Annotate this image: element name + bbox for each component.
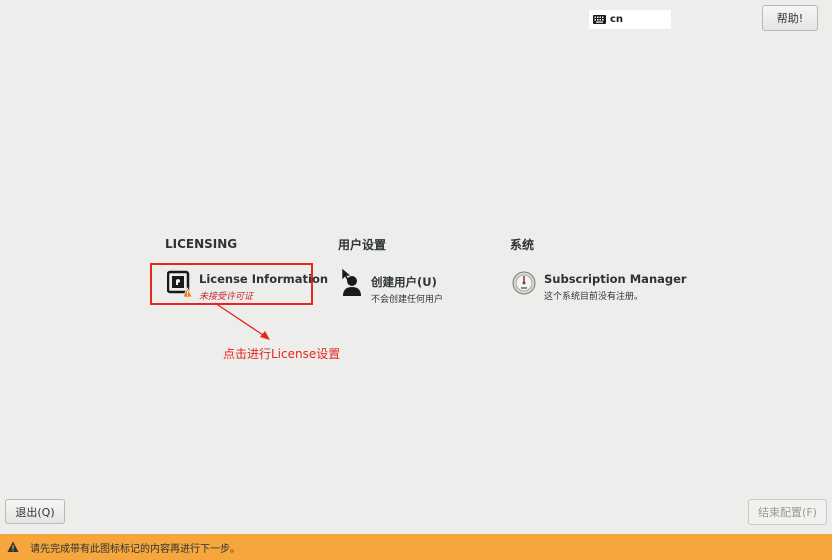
license-warning-icon [167, 270, 193, 298]
warning-text: 请先完成带有此图标标记的内容再进行下一步。 [30, 543, 240, 555]
warning-icon [7, 541, 19, 552]
section-title-user-settings: 用户设置 [338, 238, 387, 252]
keyboard-layout-indicator[interactable]: cn [589, 10, 671, 29]
subscription-manager-title[interactable]: Subscription Manager [544, 272, 687, 286]
annotation-text: 点击进行License设置 [223, 347, 341, 361]
section-title-system: 系统 [510, 238, 535, 252]
create-user-status: 不会创建任何用户 [371, 295, 444, 305]
finish-configuration-button[interactable]: 结束配置(F) [748, 499, 827, 525]
annotation-arrow [214, 302, 270, 340]
section-title-licensing: LICENSING [165, 237, 238, 251]
keyboard-layout-label: cn [610, 14, 624, 25]
user-icon[interactable] [340, 268, 364, 296]
subscription-gauge-icon[interactable] [512, 271, 536, 295]
subscription-manager-status: 这个系统目前没有注册。 [544, 292, 644, 302]
help-button[interactable]: 帮助! [762, 5, 818, 31]
quit-button[interactable]: 退出(Q) [5, 499, 65, 524]
create-user-title[interactable]: 创建用户(U) [371, 274, 437, 290]
keyboard-icon [593, 15, 606, 24]
license-information-title: License Information [199, 272, 329, 286]
warning-bar: 请先完成带有此图标标记的内容再进行下一步。 [0, 534, 832, 560]
